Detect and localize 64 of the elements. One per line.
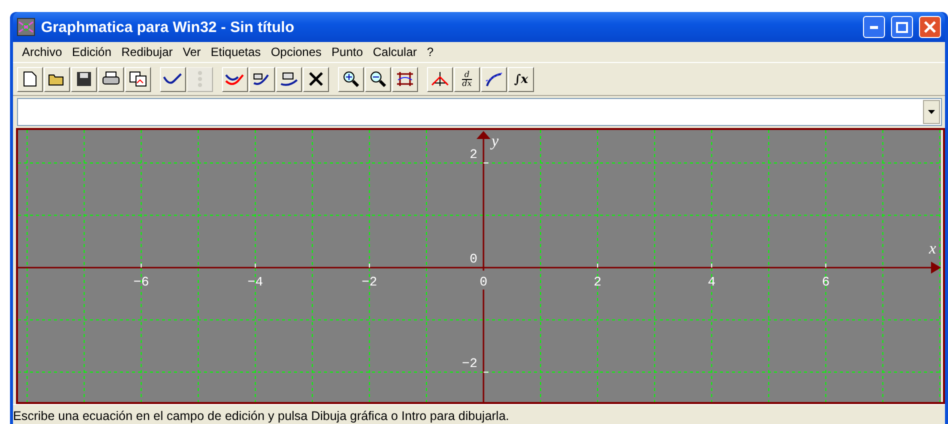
menu-item[interactable]: Edición bbox=[67, 45, 116, 59]
close-icon bbox=[924, 21, 936, 33]
axes-icon bbox=[431, 71, 449, 87]
toolbar-button[interactable] bbox=[222, 66, 248, 92]
menu-item[interactable]: Punto bbox=[326, 45, 368, 59]
grid-icon bbox=[396, 71, 414, 87]
tick-label: −2 bbox=[362, 274, 378, 290]
equation-field[interactable] bbox=[17, 98, 942, 126]
tick-label: 0 bbox=[480, 274, 488, 290]
folder-icon bbox=[48, 72, 66, 86]
toolbar-button[interactable]: ∫x bbox=[508, 66, 534, 92]
minimize-button[interactable] bbox=[863, 16, 885, 38]
menu-item[interactable]: Archivo bbox=[17, 45, 68, 59]
close-icon bbox=[309, 72, 323, 86]
toolbar-button[interactable] bbox=[338, 66, 364, 92]
menu-item[interactable]: Opciones bbox=[266, 45, 327, 59]
tick-label: 4 bbox=[708, 274, 716, 290]
tick-label: 6 bbox=[822, 274, 830, 290]
toolbar-button[interactable] bbox=[392, 66, 418, 92]
printer-icon bbox=[102, 71, 120, 87]
copy-icon bbox=[129, 71, 147, 87]
zoom-out-icon bbox=[370, 71, 386, 87]
toolbar-button[interactable] bbox=[303, 66, 329, 92]
zoom-in-icon bbox=[343, 71, 359, 87]
toolbar-button[interactable] bbox=[17, 66, 43, 92]
tick-label: 2 bbox=[470, 146, 478, 162]
menu-item[interactable]: Redibujar bbox=[116, 45, 178, 59]
menu-item[interactable]: ? bbox=[422, 45, 439, 59]
toolbar-button[interactable] bbox=[249, 66, 275, 92]
tick-label: 0 bbox=[470, 252, 478, 267]
toolbar-button[interactable] bbox=[98, 66, 124, 92]
maximize-button[interactable] bbox=[891, 16, 913, 38]
toolbar-button[interactable] bbox=[427, 66, 453, 92]
toolbar-button[interactable] bbox=[276, 66, 302, 92]
menu-item[interactable]: Etiquetas bbox=[206, 45, 266, 59]
minimize-icon bbox=[870, 26, 878, 28]
toolbar-button[interactable] bbox=[481, 66, 507, 92]
tangent-curve-icon bbox=[485, 71, 503, 87]
dots-icon bbox=[196, 70, 204, 88]
window-title: Graphmatica para Win32 - Sin título bbox=[41, 18, 296, 36]
menu-item[interactable]: Ver bbox=[178, 45, 206, 59]
close-button[interactable] bbox=[919, 16, 941, 38]
toolbar-button[interactable] bbox=[160, 66, 186, 92]
axis-label: y bbox=[492, 133, 499, 150]
toolbar-button[interactable]: d dx bbox=[454, 66, 480, 92]
new-file-icon bbox=[23, 71, 37, 87]
caret-icon bbox=[928, 110, 935, 114]
save-icon bbox=[76, 71, 92, 87]
dropdown-button[interactable] bbox=[923, 100, 940, 124]
menu-item[interactable]: Calcular bbox=[368, 45, 422, 59]
toolbar-button[interactable] bbox=[71, 66, 97, 92]
status-text: Escribe una ecuación en el campo de edición y pulsa Dibuja gráfica o Intro para dibujarla. bbox=[13, 409, 510, 423]
tick-label: −6 bbox=[133, 274, 150, 290]
integral-icon: ∫x bbox=[514, 72, 528, 86]
app-icon bbox=[17, 18, 35, 36]
tick-label: −4 bbox=[248, 274, 264, 290]
eraser-curves-icon bbox=[279, 71, 299, 87]
tick-label: 2 bbox=[594, 274, 602, 290]
maximize-icon bbox=[896, 22, 908, 32]
toolbar-button[interactable] bbox=[125, 66, 151, 92]
toolbar-button[interactable] bbox=[365, 66, 391, 92]
tick-label: −2 bbox=[462, 356, 478, 372]
axis-label: x bbox=[929, 240, 936, 258]
toolbar-button[interactable] bbox=[44, 66, 70, 92]
